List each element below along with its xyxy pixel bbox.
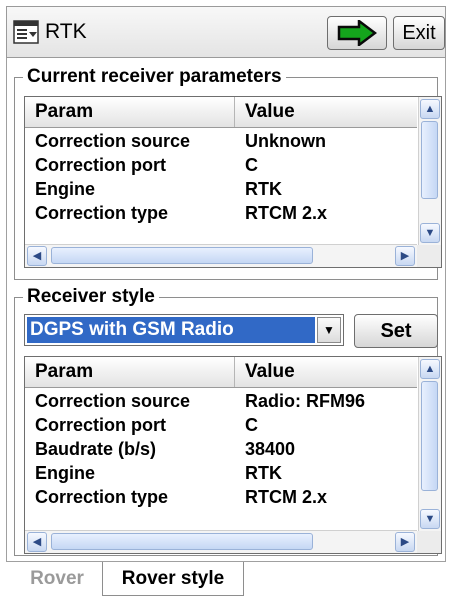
dropdown-selected-value: DGPS with GSM Radio — [27, 317, 315, 343]
scrollbar-corner — [417, 245, 441, 267]
table-row[interactable]: Correction type RTCM 2.x — [25, 201, 417, 225]
param-cell: Engine — [35, 463, 96, 483]
value-cell: RTCM 2.x — [245, 203, 328, 223]
table-row[interactable]: Engine RTK — [25, 177, 417, 201]
value-cell: C — [245, 155, 258, 175]
title-bar: RTK Exit — [6, 6, 446, 58]
receiver-style-list[interactable]: Param Value Correction source Radio: RFM… — [24, 356, 442, 554]
scroll-down-icon[interactable]: ▼ — [420, 509, 440, 529]
param-cell: Correction source — [35, 391, 191, 411]
scroll-up-icon[interactable]: ▲ — [420, 99, 440, 119]
param-cell: Correction port — [35, 155, 167, 175]
table-row[interactable]: Engine RTK — [25, 461, 417, 485]
param-cell: Correction type — [35, 203, 169, 223]
scroll-thumb[interactable] — [421, 381, 438, 491]
list-header: Param Value — [25, 97, 417, 128]
column-header-value[interactable]: Value — [235, 97, 419, 127]
list-header: Param Value — [25, 357, 417, 388]
scroll-left-icon[interactable]: ◀ — [27, 532, 47, 552]
scroll-thumb[interactable] — [421, 121, 438, 199]
scroll-thumb[interactable] — [51, 533, 313, 550]
value-cell: RTK — [245, 463, 282, 483]
param-cell: Correction port — [35, 415, 167, 435]
param-cell: Baudrate (b/s) — [35, 439, 157, 459]
table-row[interactable]: Correction port C — [25, 153, 417, 177]
scroll-up-icon[interactable]: ▲ — [420, 359, 440, 379]
horizontal-scrollbar[interactable]: ◀ ▶ — [25, 244, 417, 267]
table-row[interactable]: Correction source Radio: RFM96 — [25, 389, 417, 413]
arrow-right-icon — [337, 18, 378, 48]
current-params-label: Current receiver parameters — [27, 66, 282, 87]
table-row[interactable]: Baudrate (b/s) 38400 — [25, 437, 417, 461]
receiver-style-dropdown[interactable]: DGPS with GSM Radio ▼ — [24, 314, 344, 346]
scroll-left-icon[interactable]: ◀ — [27, 246, 47, 266]
set-button[interactable]: Set — [354, 314, 438, 348]
value-cell: Unknown — [245, 131, 326, 151]
scrollbar-corner — [417, 531, 441, 553]
value-cell: RTK — [245, 179, 282, 199]
menu-window-icon[interactable] — [13, 20, 39, 44]
scroll-right-icon[interactable]: ▶ — [395, 532, 415, 552]
table-row[interactable]: Correction port C — [25, 413, 417, 437]
tab-rover-style[interactable]: Rover style — [102, 562, 244, 596]
window-title: RTK — [45, 20, 87, 43]
scroll-right-icon[interactable]: ▶ — [395, 246, 415, 266]
param-cell: Correction type — [35, 487, 169, 507]
value-cell: 38400 — [245, 439, 296, 459]
table-row[interactable]: Correction source Unknown — [25, 129, 417, 153]
param-cell: Correction source — [35, 131, 191, 151]
value-cell: RTCM 2.x — [245, 487, 328, 507]
horizontal-scrollbar[interactable]: ◀ ▶ — [25, 530, 417, 553]
tab-rover[interactable]: Rover — [14, 562, 100, 596]
chevron-down-icon[interactable]: ▼ — [317, 317, 341, 343]
receiver-style-label: Receiver style — [27, 286, 155, 307]
vertical-scrollbar[interactable]: ▲ ▼ — [418, 357, 441, 531]
exit-button[interactable]: Exit — [393, 16, 445, 50]
vertical-scrollbar[interactable]: ▲ ▼ — [418, 97, 441, 245]
column-header-value[interactable]: Value — [235, 357, 419, 387]
column-header-param[interactable]: Param — [25, 357, 235, 387]
column-header-param[interactable]: Param — [25, 97, 235, 127]
scroll-thumb[interactable] — [51, 247, 313, 264]
table-row[interactable]: Correction type RTCM 2.x — [25, 485, 417, 509]
value-cell: Radio: RFM96 — [245, 391, 366, 411]
current-params-list[interactable]: Param Value Correction source Unknown Co… — [24, 96, 442, 268]
value-cell: C — [245, 415, 258, 435]
scroll-down-icon[interactable]: ▼ — [420, 223, 440, 243]
param-cell: Engine — [35, 179, 96, 199]
next-button[interactable] — [327, 16, 387, 50]
